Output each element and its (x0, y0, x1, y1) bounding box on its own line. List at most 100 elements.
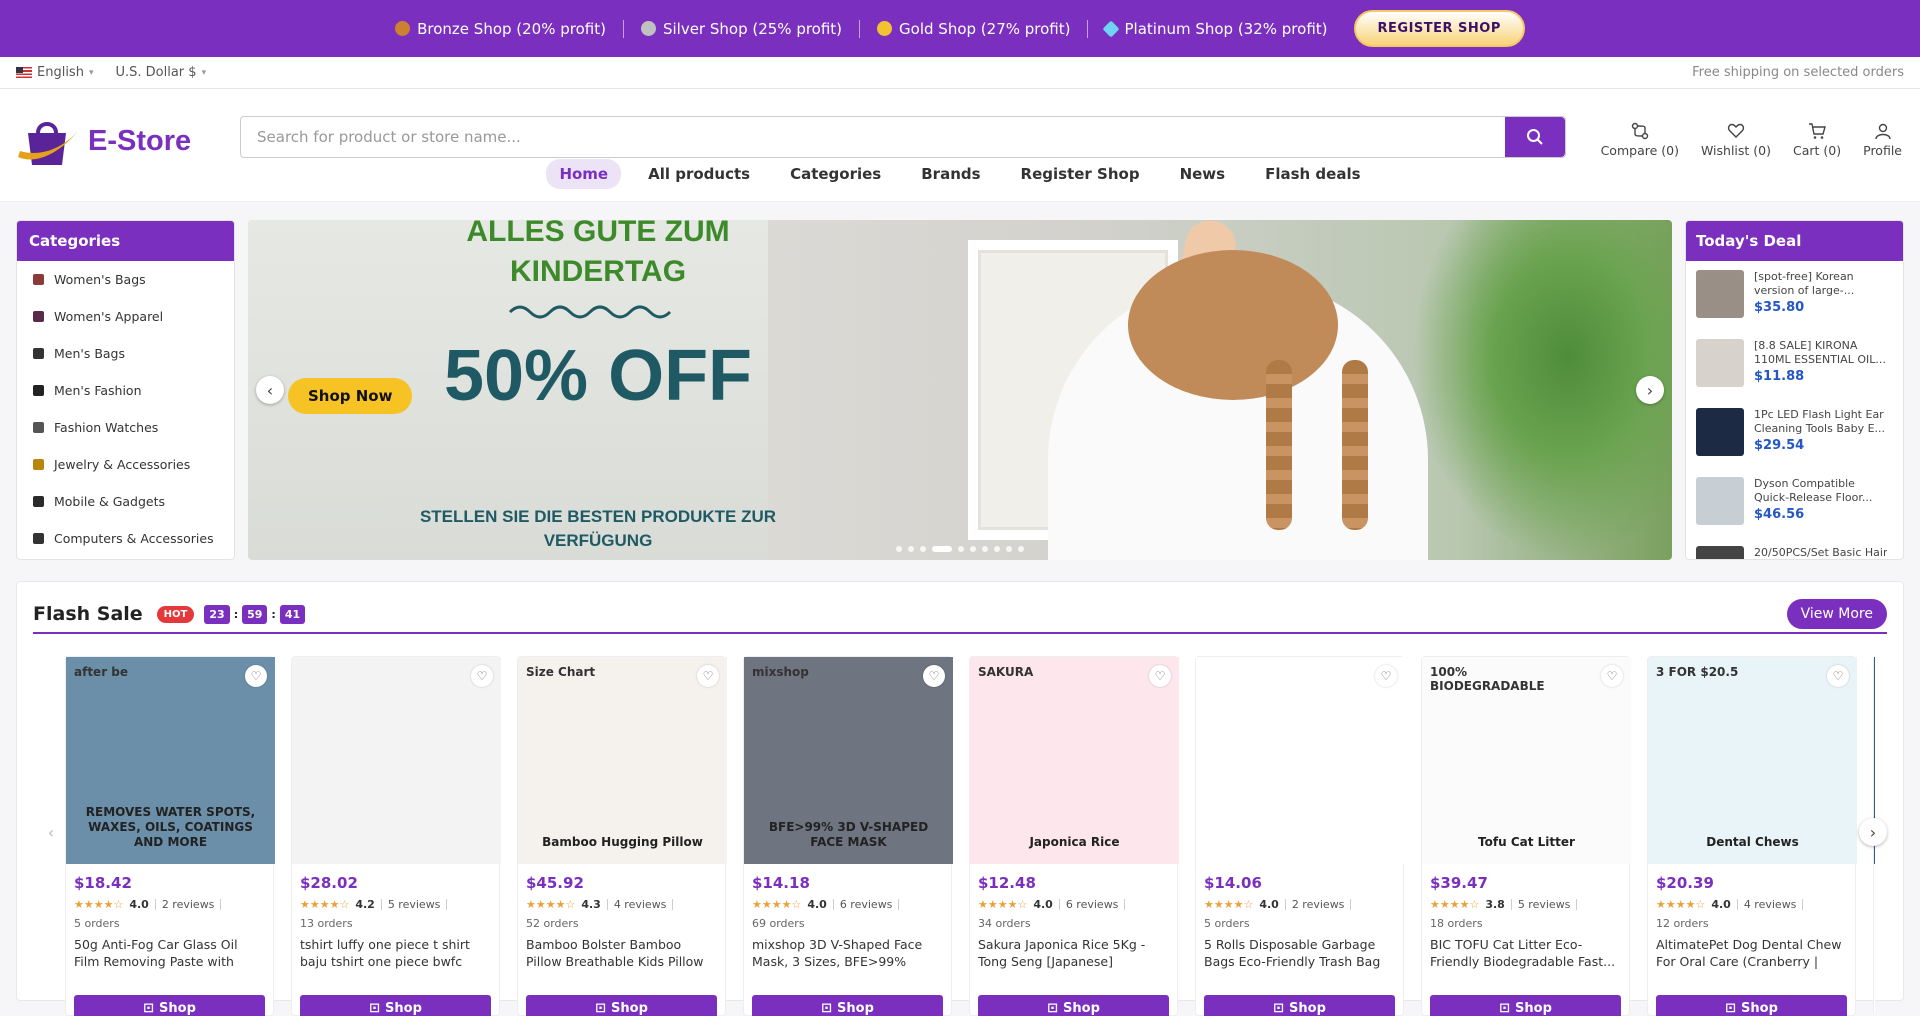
shop-button[interactable]: ⊡ Shop (1430, 995, 1621, 1016)
deal-item[interactable]: 1Pc LED Flash Light Ear Cleaning Tools B… (1686, 399, 1903, 468)
nav-home[interactable]: Home (546, 159, 622, 189)
category-icon (33, 274, 44, 285)
shop-button[interactable]: ⊡ Shop (526, 995, 717, 1016)
pagination-dot[interactable] (1018, 546, 1024, 552)
language-dropdown[interactable]: English ▾ (16, 65, 93, 80)
nav-categories[interactable]: Categories (777, 159, 894, 189)
heart-icon: ♡ (928, 669, 940, 683)
search-button[interactable] (1505, 117, 1565, 157)
wishlist-heart-button[interactable]: ♡ (245, 665, 267, 687)
shop-button[interactable]: ⊡ Shop (74, 995, 265, 1016)
product-image: after be REMOVES WATER SPOTS, WAXES, OILS… (66, 657, 275, 864)
shop-button[interactable]: ⊡ Shop (978, 995, 1169, 1016)
product-name: 5 Rolls Disposable Garbage Bags Eco-Frie… (1204, 937, 1381, 969)
banner-braid (1342, 360, 1368, 530)
currency-dropdown[interactable]: U.S. Dollar $ ▾ (115, 65, 206, 80)
compare-link[interactable]: Compare (0) (1601, 122, 1679, 158)
pagination-dot[interactable] (958, 546, 964, 552)
banner-prev-arrow[interactable]: ‹ (256, 376, 284, 404)
category-item[interactable]: Women's Apparel (17, 298, 234, 335)
divider (1124, 899, 1126, 910)
view-more-button[interactable]: View More (1786, 599, 1887, 629)
bag-icon: ⊡ (1725, 1000, 1737, 1016)
carousel-next-arrow[interactable]: › (1859, 818, 1887, 846)
category-icon (33, 385, 44, 396)
product-card[interactable]: 100% BIODEGRADABLE Tofu Cat Litter ♡ $39.47… (1421, 656, 1631, 1016)
deal-item[interactable]: Dyson Compatible Quick-Release Floor... $… (1686, 468, 1903, 537)
product-orders: 13 orders (300, 917, 353, 930)
shop-button[interactable]: ⊡ Shop (1656, 995, 1847, 1016)
nav-brands[interactable]: Brands (908, 159, 993, 189)
divider (672, 899, 674, 910)
deal-thumbnail (1696, 339, 1744, 387)
product-card[interactable]: Size Chart Bamboo Hugging Pillow ♡ $45.92 ★★… (517, 656, 727, 1016)
product-name: BIC TOFU Cat Litter Eco-Friendly Biodegr… (1430, 937, 1616, 969)
pagination-dot[interactable] (1006, 546, 1012, 552)
wishlist-heart-button[interactable]: ♡ (471, 665, 493, 687)
hero-banner[interactable]: ALLES GUTE ZUM KINDERTAG 50% OFF STELLEN… (248, 220, 1672, 560)
category-item[interactable]: Jewelry & Accessories (17, 446, 234, 483)
shop-button[interactable]: ⊡ Shop (752, 995, 943, 1016)
nav-all-products[interactable]: All products (635, 159, 763, 189)
shop-button[interactable]: ⊡ Shop (300, 995, 491, 1016)
nav-register-shop[interactable]: Register Shop (1008, 159, 1153, 189)
category-item[interactable]: Computers & Accessories (17, 520, 234, 557)
hot-badge: HOT (156, 605, 195, 623)
category-item[interactable]: Men's Bags (17, 335, 234, 372)
wishlist-link[interactable]: Wishlist (0) (1701, 122, 1771, 158)
deal-thumbnail (1696, 477, 1744, 525)
wishlist-heart-button[interactable]: ♡ (1601, 665, 1623, 687)
product-image-badge: after be (74, 665, 129, 679)
nav-news[interactable]: News (1167, 159, 1239, 189)
divider (1576, 899, 1578, 910)
pagination-dot[interactable] (908, 546, 914, 552)
divider (1087, 19, 1089, 38)
star-rating-icon: ★★★★☆ (1204, 898, 1254, 911)
deal-item[interactable]: [8.8 SALE] KIRONA 110ML ESSENTIAL OIL...… (1686, 330, 1903, 399)
product-card[interactable]: ♡ $28.02 ★★★★☆ 4.2 5 reviews 13 orders tshirt … (291, 656, 501, 1016)
wishlist-heart-button[interactable]: ♡ (1827, 665, 1849, 687)
wishlist-heart-button[interactable]: ♡ (697, 665, 719, 687)
product-reviews: 4 reviews (613, 898, 667, 911)
pagination-dot[interactable] (920, 546, 926, 552)
profile-link[interactable]: Profile (1863, 122, 1902, 158)
product-card[interactable]: after be REMOVES WATER SPOTS, WAXES, OILS… (65, 656, 275, 1016)
product-orders: 69 orders (752, 917, 805, 930)
pagination-dot[interactable] (896, 546, 902, 552)
product-card[interactable]: ♡ $14.06 ★★★★☆ 4.0 2 reviews 5 orders 5 Rolls … (1195, 656, 1405, 1016)
deal-item[interactable]: 20/50PCS/Set Basic Hair (1686, 537, 1903, 559)
wishlist-heart-button[interactable]: ♡ (1375, 665, 1397, 687)
star-rating-icon: ★★★★☆ (1656, 898, 1706, 911)
category-item[interactable]: Women's Bags (17, 261, 234, 298)
nav-flash-deals[interactable]: Flash deals (1252, 159, 1373, 189)
deal-name: 20/50PCS/Set Basic Hair (1754, 546, 1888, 559)
shop-button-label: Shop (837, 1000, 874, 1016)
category-item[interactable]: Men's Fashion (17, 372, 234, 409)
banner-next-arrow[interactable]: › (1636, 376, 1664, 404)
wishlist-heart-button[interactable]: ♡ (923, 665, 945, 687)
search-input[interactable] (241, 117, 1505, 157)
star-rating-icon: ★★★★☆ (978, 898, 1028, 911)
product-reviews: 2 reviews (1291, 898, 1345, 911)
carousel-prev-arrow[interactable]: ‹ (37, 818, 65, 846)
shop-now-button[interactable]: Shop Now (288, 378, 413, 414)
shop-button[interactable]: ⊡ Shop (1204, 995, 1395, 1016)
product-image-text: Dental Chews (1706, 835, 1799, 849)
category-item[interactable]: Mobile & Gadgets (17, 483, 234, 520)
pagination-dot[interactable] (994, 546, 1000, 552)
pagination-dot[interactable] (932, 546, 952, 552)
pagination-dot[interactable] (982, 546, 988, 552)
pagination-dot[interactable] (970, 546, 976, 552)
cart-link[interactable]: Cart (0) (1793, 122, 1841, 158)
category-item[interactable]: Fashion Watches (17, 409, 234, 446)
product-card[interactable]: SAKURA Japonica Rice ♡ $12.48 ★★★★☆ 4.0 6 revi… (969, 656, 1179, 1016)
product-reviews: 6 reviews (839, 898, 893, 911)
product-card[interactable]: 3 FOR $20.5 Dental Chews ♡ $20.39 ★★★★☆ 4.0 4 … (1647, 656, 1857, 1016)
register-shop-button[interactable]: REGISTER SHOP (1353, 10, 1525, 47)
deal-item[interactable]: [spot-free] Korean version of large-... $… (1686, 261, 1903, 330)
wishlist-heart-button[interactable]: ♡ (1149, 665, 1171, 687)
product-card[interactable]: mixshop BFE>99% 3D V-SHAPED FACE MASK ♡ $14… (743, 656, 953, 1016)
deal-name: Dyson Compatible Quick-Release Floor... (1754, 477, 1873, 504)
product-image: SAKURA Japonica Rice ♡ (970, 657, 1179, 864)
divider (606, 899, 608, 910)
